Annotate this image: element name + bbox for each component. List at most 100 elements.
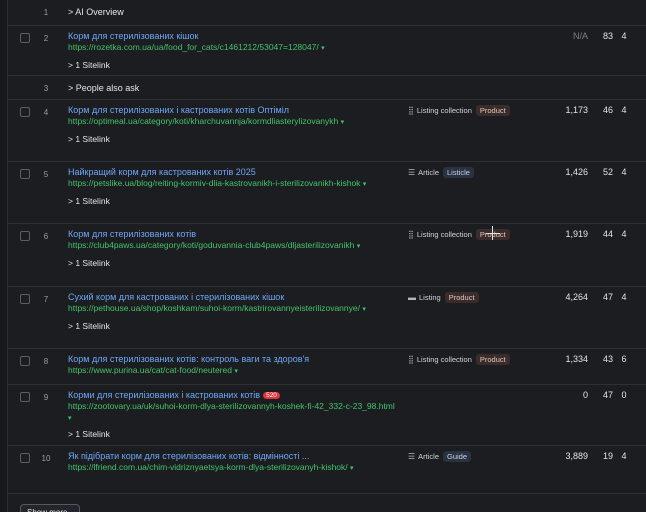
serp-row-feature[interactable]: 3 > People also ask <box>8 76 646 100</box>
result-title-link[interactable]: Корм для стерилізованих котів: контроль … <box>68 354 398 365</box>
tag-main-label: Listing collection <box>416 355 472 364</box>
grid-icon: ⣿ <box>408 355 414 364</box>
serp-row-feature[interactable]: 1 > AI Overview <box>8 0 646 26</box>
sitelink-toggle[interactable]: > 1 Sitelink <box>68 321 398 331</box>
result-title-link[interactable]: Найкращий корм для кастрованих котів 202… <box>68 167 398 178</box>
row-checkbox[interactable] <box>20 231 30 241</box>
row-checkbox[interactable] <box>20 392 30 402</box>
dr-value: 46 <box>602 105 613 115</box>
dr-value: 44 <box>602 229 613 239</box>
result-title-link[interactable]: Корм для стерилізованих котів <box>68 229 398 240</box>
people-also-ask-toggle[interactable]: > People also ask <box>68 83 139 93</box>
result-url-link[interactable]: https://www.purina.ua/cat/cat-food/neute… <box>68 365 398 378</box>
extra-value: 4 <box>621 31 627 41</box>
url-dropdown-icon[interactable]: ▾ <box>350 465 354 472</box>
result-title-link[interactable]: Корм для стерилізованих кішок <box>68 31 398 42</box>
tag-pill: Product <box>475 105 510 116</box>
row-checkbox[interactable] <box>20 107 30 117</box>
listing-icon: ▬ <box>408 293 416 302</box>
sitelink-toggle[interactable]: > 1 Sitelink <box>68 60 398 70</box>
url-dropdown-icon[interactable]: ▾ <box>362 306 366 313</box>
sitelink-toggle[interactable]: > 1 Sitelink <box>68 429 398 439</box>
url-dropdown-icon[interactable]: ▾ <box>321 45 325 52</box>
url-dropdown-icon[interactable]: ▾ <box>357 243 361 250</box>
row-checkbox[interactable] <box>20 453 30 463</box>
extra-value: 4 <box>621 292 627 302</box>
result-block: Корм для стерилізованих котів: контроль … <box>68 354 398 378</box>
url-dropdown-icon[interactable]: ▾ <box>341 119 345 126</box>
url-dropdown-icon[interactable]: ▾ <box>363 181 367 188</box>
left-panel-edge <box>0 0 8 512</box>
url-text: https://optimeal.ua/category/koti/kharch… <box>68 116 339 126</box>
result-block: Сухий корм для кастрованих і стерилізова… <box>68 292 398 331</box>
url-dropdown-icon[interactable]: ▾ <box>234 368 238 375</box>
url-text: https://rozetka.com.ua/ua/food_for_cats/… <box>68 42 319 52</box>
result-title-link[interactable]: Корм для стерилізованих і кастрованих ко… <box>68 105 398 116</box>
result-block: Корми для стерилізованих і кастрованих к… <box>68 390 398 439</box>
dr-value: 52 <box>602 167 613 177</box>
show-more-button[interactable]: Show more <box>20 504 80 512</box>
ai-overview-toggle[interactable]: > AI Overview <box>68 7 124 17</box>
traffic-value: 1,173 <box>565 105 588 115</box>
traffic-value: 1,919 <box>565 229 588 239</box>
result-block: Найкращий корм для кастрованих котів 202… <box>68 167 398 206</box>
page-type-tags: ▬ Listing Product <box>408 292 479 303</box>
tag-main-label: Article <box>418 168 440 177</box>
row-number: 4 <box>43 108 49 117</box>
extra-value: 0 <box>621 390 627 400</box>
result-url-link[interactable]: https://petslike.ua/blog/reiting-kormiv-… <box>68 178 398 191</box>
page-type-tags: ☰ Article Listicle <box>408 167 474 178</box>
extra-value: 4 <box>621 229 627 239</box>
tag-main: ⣿ Listing collection <box>408 229 472 240</box>
article-icon: ☰ <box>408 168 416 177</box>
result-url-link[interactable]: https://club4paws.ua/category/koti/goduv… <box>68 240 398 253</box>
tag-pill: Product <box>475 354 510 365</box>
url-text: https://www.purina.ua/cat/cat-food/neute… <box>68 365 232 375</box>
status-badge: 520 <box>263 392 280 399</box>
traffic-value: 3,889 <box>565 451 588 461</box>
dr-value: 47 <box>602 292 613 302</box>
url-text: https://club4paws.ua/category/koti/goduv… <box>68 240 355 250</box>
tag-main-label: Article <box>418 452 440 461</box>
tag-main-label: Listing <box>419 293 441 302</box>
result-title-link[interactable]: Як підібрати корм для стерилізованих кот… <box>68 451 398 462</box>
row-checkbox[interactable] <box>20 356 30 366</box>
tag-main-label: Listing collection <box>416 230 472 239</box>
row-checkbox[interactable] <box>20 33 30 43</box>
tag-main: ⣿ Listing collection <box>408 354 472 365</box>
serp-row: 9 Корми для стерилізованих і кастрованих… <box>8 385 646 446</box>
tag-pill: Guide <box>443 451 472 462</box>
row-checkbox[interactable] <box>20 294 30 304</box>
row-number: 6 <box>43 232 49 241</box>
serp-row: 6 Корм для стерилізованих котів https://… <box>8 224 646 287</box>
article-icon: ☰ <box>408 452 416 461</box>
result-url-link[interactable]: https://zootovary.ua/uk/suhoi-korm-dlya-… <box>68 401 398 424</box>
result-title-link[interactable]: Корми для стерилізованих і кастрованих к… <box>68 390 398 401</box>
result-block: Як підібрати корм для стерилізованих кот… <box>68 451 398 475</box>
sitelink-toggle[interactable]: > 1 Sitelink <box>68 196 398 206</box>
result-url-link[interactable]: https://optimeal.ua/category/koti/kharch… <box>68 116 398 129</box>
result-url-link[interactable]: https://pethouse.ua/shop/koshkam/suhoi-k… <box>68 303 398 316</box>
row-number: 1 <box>43 8 49 17</box>
sitelink-toggle[interactable]: > 1 Sitelink <box>68 258 398 268</box>
result-block: Корм для стерилізованих і кастрованих ко… <box>68 105 398 144</box>
url-text: https://pethouse.ua/shop/koshkam/suhoi-k… <box>68 303 360 313</box>
traffic-value: 4,264 <box>565 292 588 302</box>
row-number: 5 <box>43 170 49 179</box>
grid-icon: ⣿ <box>408 106 414 115</box>
result-title-link[interactable]: Сухий корм для кастрованих і стерилізова… <box>68 292 398 303</box>
extra-value: 4 <box>621 167 627 177</box>
page-type-tags: ☰ Article Guide <box>408 451 472 462</box>
result-url-link[interactable]: https://lfriend.com.ua/chim-vidriznyaets… <box>68 462 398 475</box>
tag-main-label: Listing collection <box>416 106 472 115</box>
sitelink-toggle[interactable]: > 1 Sitelink <box>68 134 398 144</box>
row-number: 10 <box>41 454 51 463</box>
traffic-value: 0 <box>582 390 588 400</box>
dr-value: 19 <box>602 451 613 461</box>
tag-main: ☰ Article <box>408 451 439 462</box>
result-url-link[interactable]: https://rozetka.com.ua/ua/food_for_cats/… <box>68 42 398 55</box>
url-dropdown-icon[interactable]: ▾ <box>68 415 72 422</box>
extra-value: 6 <box>621 354 627 364</box>
row-number: 8 <box>43 357 49 366</box>
row-checkbox[interactable] <box>20 169 30 179</box>
